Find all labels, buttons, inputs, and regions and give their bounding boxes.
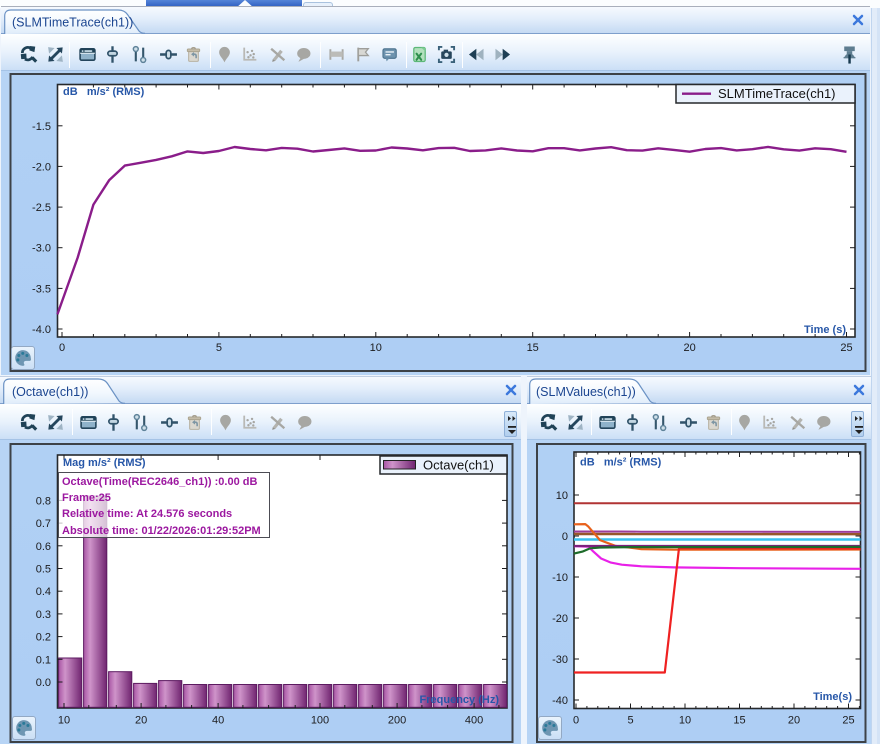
svg-text:dB m/s² (RMS): dB m/s² (RMS) (580, 457, 662, 469)
svg-text:-1.5: -1.5 (32, 121, 51, 133)
svg-text:-2.5: -2.5 (32, 202, 51, 214)
svg-text:0: 0 (59, 342, 65, 354)
svg-text:-4.0: -4.0 (32, 324, 51, 336)
svg-text:SLMTimeTrace(ch1): SLMTimeTrace(ch1) (718, 86, 836, 101)
svg-text:(SLMValues(ch1)): (SLMValues(ch1)) (536, 385, 636, 399)
svg-text:15: 15 (733, 715, 745, 727)
svg-text:0.2: 0.2 (36, 632, 51, 644)
svg-text:100: 100 (311, 715, 329, 727)
svg-text:15: 15 (527, 342, 539, 354)
svg-text:10: 10 (556, 490, 568, 502)
svg-text:20: 20 (683, 342, 695, 354)
svg-text:20: 20 (135, 715, 147, 727)
svg-text:0.4: 0.4 (36, 586, 51, 598)
svg-text:0.5: 0.5 (36, 564, 51, 576)
svg-text:(SLMTimeTrace(ch1)): (SLMTimeTrace(ch1)) (12, 15, 133, 29)
svg-text:0.3: 0.3 (36, 609, 51, 621)
svg-text:0: 0 (562, 531, 568, 543)
svg-text:20: 20 (788, 715, 800, 727)
svg-text:40: 40 (212, 715, 224, 727)
svg-text:0.7: 0.7 (36, 518, 51, 530)
svg-text:-2.0: -2.0 (32, 161, 51, 173)
svg-text:10: 10 (370, 342, 382, 354)
svg-text:10: 10 (679, 715, 691, 727)
svg-text:5: 5 (627, 715, 633, 727)
svg-text:Time (s): Time (s) (804, 324, 846, 336)
svg-text:200: 200 (388, 715, 406, 727)
svg-text:-10: -10 (552, 572, 568, 584)
svg-text:-3.0: -3.0 (32, 243, 51, 255)
svg-text:Mag m/s² (RMS): Mag m/s² (RMS) (63, 457, 146, 469)
svg-text:Octave(ch1): Octave(ch1) (423, 457, 494, 472)
svg-text:25: 25 (840, 342, 852, 354)
svg-text:25: 25 (842, 715, 854, 727)
svg-text:-3.5: -3.5 (32, 283, 51, 295)
svg-text:Frequency (Hz): Frequency (Hz) (420, 694, 500, 706)
svg-text:0: 0 (573, 715, 579, 727)
svg-text:-40: -40 (552, 695, 568, 707)
svg-text:0.6: 0.6 (36, 541, 51, 553)
svg-text:5: 5 (216, 342, 222, 354)
svg-text:0.1: 0.1 (36, 654, 51, 666)
svg-text:10: 10 (58, 715, 70, 727)
svg-text:0.0: 0.0 (36, 677, 51, 689)
svg-text:(Octave(ch1)): (Octave(ch1)) (12, 385, 88, 399)
svg-text:400: 400 (465, 715, 483, 727)
svg-text:Time(s): Time(s) (813, 691, 852, 703)
svg-text:-20: -20 (552, 613, 568, 625)
svg-text:0.8: 0.8 (36, 495, 51, 507)
svg-text:-30: -30 (552, 654, 568, 666)
svg-text:dB m/s² (RMS): dB m/s² (RMS) (63, 86, 145, 98)
